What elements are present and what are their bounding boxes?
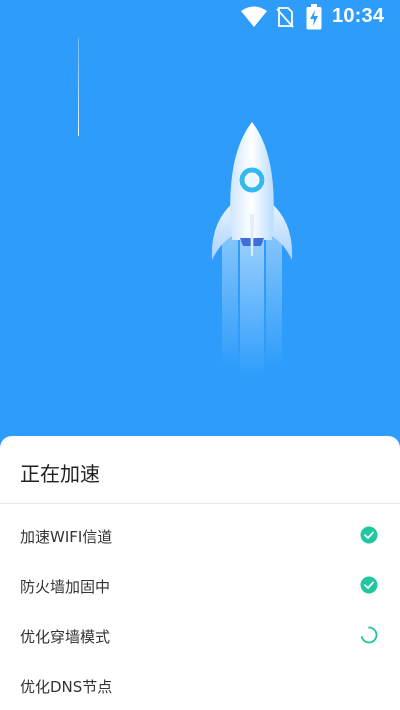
task-label: 优化DNS节点 [20, 678, 113, 696]
accelerate-screen: 10:34 正在加速 加速WIFI信道 防火墙加固中 优化穿墙模式 优化DNS节… [0, 0, 400, 710]
rocket-icon [211, 122, 293, 378]
task-item-wall-penetration: 优化穿墙模式 [0, 612, 400, 662]
sheet-title: 正在加速 [20, 462, 100, 486]
task-label: 防火墙加固中 [20, 578, 111, 596]
status-bar: 10:34 [0, 0, 400, 36]
task-item-dns-node: 优化DNS节点 [0, 662, 400, 710]
loading-spinner-icon [360, 626, 378, 644]
status-time: 10:34 [332, 5, 385, 27]
task-item-firewall: 防火墙加固中 [0, 562, 400, 612]
task-label: 优化穿墙模式 [20, 628, 111, 646]
no-sim-icon [276, 7, 294, 28]
divider [0, 503, 400, 504]
acceleration-sheet: 正在加速 加速WIFI信道 防火墙加固中 优化穿墙模式 优化DNS节点 [0, 436, 400, 710]
speed-streak [78, 38, 79, 136]
check-circle-icon [360, 576, 378, 594]
task-label: 加速WIFI信道 [20, 528, 113, 546]
battery-charging-icon [306, 4, 322, 30]
check-circle-icon [360, 526, 378, 544]
task-item-wifi-channel: 加速WIFI信道 [0, 512, 400, 562]
wifi-icon [241, 6, 267, 27]
